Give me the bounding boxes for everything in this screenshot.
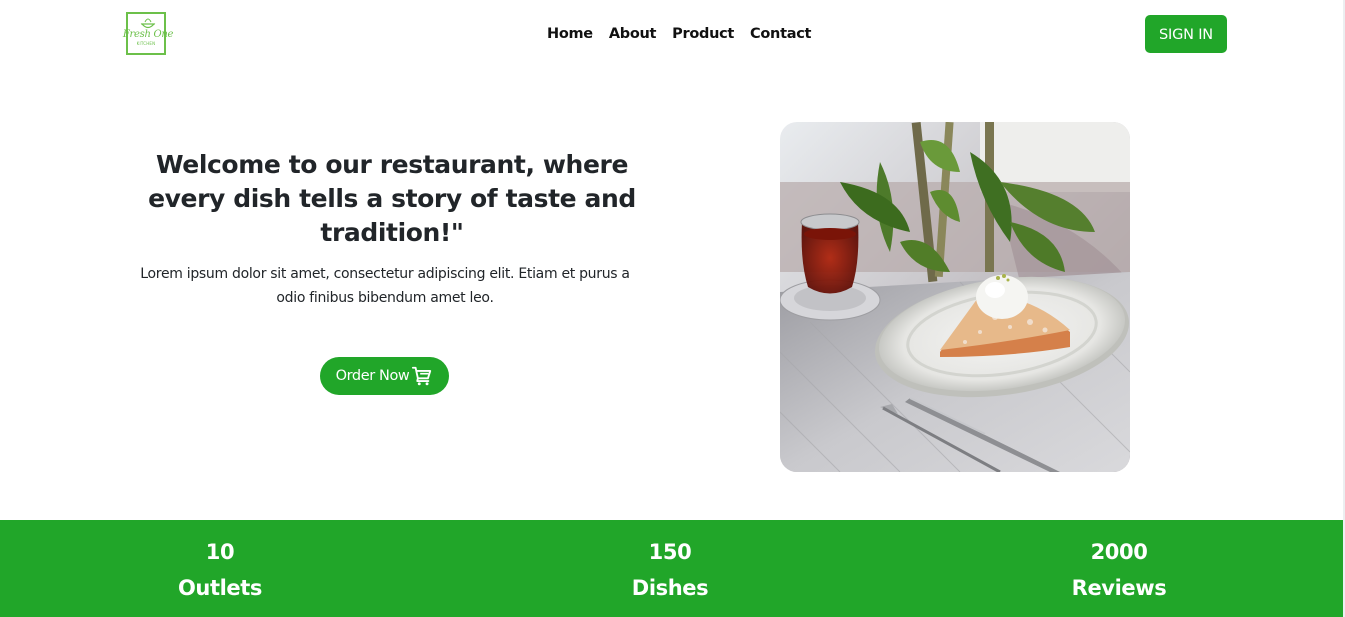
brand-logo[interactable]: Fresh One KITCHEN <box>123 12 173 55</box>
logo-sub-text: KITCHEN <box>136 41 156 46</box>
hero-description: Lorem ipsum dolor sit amet, consectetur … <box>140 266 630 306</box>
stat-label: Reviews <box>1071 576 1167 600</box>
stat-value: 150 <box>648 540 692 564</box>
order-now-label: Order Now <box>335 368 410 384</box>
stat-label: Dishes <box>631 576 709 600</box>
order-now-button[interactable]: Order Now <box>320 357 449 395</box>
hero-food-photo <box>780 122 1130 472</box>
nav-home-link[interactable]: Home <box>547 24 593 44</box>
main-nav: Home About Product Contact <box>547 24 827 44</box>
stat-label: Outlets <box>177 576 263 600</box>
stat-value: 2000 <box>1090 540 1148 564</box>
nav-contact-link[interactable]: Contact <box>750 24 811 44</box>
page: Fresh One KITCHEN Home About Product Con… <box>0 0 1345 617</box>
stats-bar: 10 Outlets 150 Dishes 2000 Reviews <box>0 520 1343 617</box>
sign-in-button[interactable]: SIGN IN <box>1145 15 1227 53</box>
nav-about-link[interactable]: About <box>609 24 657 44</box>
hero-title: Welcome to our restaurant, where every d… <box>148 150 636 247</box>
cart-icon <box>412 366 432 386</box>
navbar: Fresh One KITCHEN Home About Product Con… <box>0 0 1343 68</box>
logo-script-text: Fresh One <box>122 29 174 40</box>
stat-value: 10 <box>205 540 235 564</box>
nav-product-link[interactable]: Product <box>672 24 734 44</box>
